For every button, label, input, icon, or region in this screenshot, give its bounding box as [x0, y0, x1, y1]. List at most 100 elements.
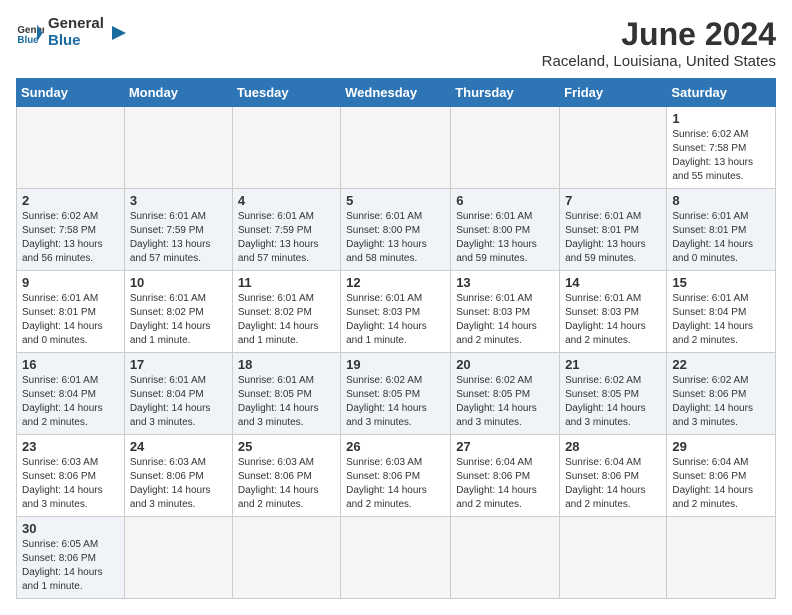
- day-info: Sunrise: 6:05 AMSunset: 8:06 PMDaylight:…: [22, 538, 119, 594]
- day-info: Sunrise: 6:01 AMSunset: 8:02 PMDaylight:…: [130, 292, 227, 348]
- day-number: 30: [22, 521, 119, 536]
- day-number: 6: [456, 193, 554, 208]
- day-number: 28: [565, 439, 661, 454]
- day-number: 1: [672, 111, 770, 126]
- calendar-day: 30 Sunrise: 6:05 AMSunset: 8:06 PMDayligh…: [17, 517, 125, 599]
- day-number: 24: [130, 439, 227, 454]
- calendar-day: 14 Sunrise: 6:01 AMSunset: 8:03 PMDayligh…: [560, 271, 667, 353]
- day-number: 29: [672, 439, 770, 454]
- calendar-day: 13 Sunrise: 6:01 AMSunset: 8:03 PMDayligh…: [451, 271, 560, 353]
- title-block: June 2024 Raceland, Louisiana, United St…: [542, 16, 776, 70]
- day-info: Sunrise: 6:02 AMSunset: 8:06 PMDaylight:…: [672, 374, 770, 430]
- day-number: 17: [130, 357, 227, 372]
- day-number: 27: [456, 439, 554, 454]
- day-info: Sunrise: 6:01 AMSunset: 7:59 PMDaylight:…: [130, 210, 227, 266]
- day-info: Sunrise: 6:02 AMSunset: 7:58 PMDaylight:…: [22, 210, 119, 266]
- day-number: 8: [672, 193, 770, 208]
- day-info: Sunrise: 6:03 AMSunset: 8:06 PMDaylight:…: [346, 456, 445, 512]
- day-number: 26: [346, 439, 445, 454]
- calendar-day: [341, 517, 451, 599]
- calendar-day: 5Sunrise: 6:01 AMSunset: 8:00 PMDaylight…: [341, 189, 451, 271]
- logo-icon: General Blue: [16, 19, 44, 47]
- day-info: Sunrise: 6:01 AMSunset: 8:03 PMDaylight:…: [456, 292, 554, 348]
- day-number: 21: [565, 357, 661, 372]
- calendar-day: 11 Sunrise: 6:01 AMSunset: 8:02 PMDayligh…: [232, 271, 340, 353]
- calendar-day: 3 Sunrise: 6:01 AMSunset: 7:59 PMDaylight…: [124, 189, 232, 271]
- calendar-day: 16 Sunrise: 6:01 AMSunset: 8:04 PMDayligh…: [17, 353, 125, 435]
- day-number: 3: [130, 193, 227, 208]
- calendar-day: 25Sunrise: 6:03 AMSunset: 8:06 PMDayligh…: [232, 435, 340, 517]
- calendar-day: 26 Sunrise: 6:03 AMSunset: 8:06 PMDayligh…: [341, 435, 451, 517]
- calendar-day: 19Sunrise: 6:02 AMSunset: 8:05 PMDayligh…: [341, 353, 451, 435]
- day-number: 11: [238, 275, 335, 290]
- weekday-header-thursday: Thursday: [451, 79, 560, 107]
- day-number: 18: [238, 357, 335, 372]
- day-info: Sunrise: 6:02 AMSunset: 7:58 PMDaylight:…: [672, 128, 770, 184]
- day-number: 7: [565, 193, 661, 208]
- calendar-day: [124, 517, 232, 599]
- calendar-day: [17, 107, 125, 189]
- day-info: Sunrise: 6:01 AMSunset: 8:04 PMDaylight:…: [22, 374, 119, 430]
- day-info: Sunrise: 6:01 AMSunset: 7:59 PMDaylight:…: [238, 210, 335, 266]
- calendar-day: 20Sunrise: 6:02 AMSunset: 8:05 PMDayligh…: [451, 353, 560, 435]
- calendar-day: [560, 517, 667, 599]
- day-info: Sunrise: 6:01 AMSunset: 8:00 PMDaylight:…: [456, 210, 554, 266]
- calendar-day: 18 Sunrise: 6:01 AMSunset: 8:05 PMDayligh…: [232, 353, 340, 435]
- calendar-day: 28Sunrise: 6:04 AMSunset: 8:06 PMDayligh…: [560, 435, 667, 517]
- day-info: Sunrise: 6:01 AMSunset: 8:04 PMDaylight:…: [130, 374, 227, 430]
- weekday-header-wednesday: Wednesday: [341, 79, 451, 107]
- calendar-day: 15 Sunrise: 6:01 AMSunset: 8:04 PMDayligh…: [667, 271, 776, 353]
- calendar-day: [451, 517, 560, 599]
- day-info: Sunrise: 6:04 AMSunset: 8:06 PMDaylight:…: [456, 456, 554, 512]
- weekday-header-friday: Friday: [560, 79, 667, 107]
- calendar-day: 7 Sunrise: 6:01 AMSunset: 8:01 PMDaylight…: [560, 189, 667, 271]
- day-number: 10: [130, 275, 227, 290]
- calendar-header-row: SundayMondayTuesdayWednesdayThursdayFrid…: [17, 79, 776, 107]
- calendar-day: [124, 107, 232, 189]
- calendar-day: 21 Sunrise: 6:02 AMSunset: 8:05 PMDayligh…: [560, 353, 667, 435]
- logo-general: General: [48, 16, 104, 33]
- day-number: 9: [22, 275, 119, 290]
- day-info: Sunrise: 6:03 AMSunset: 8:06 PMDaylight:…: [22, 456, 119, 512]
- day-info: Sunrise: 6:01 AMSunset: 8:02 PMDaylight:…: [238, 292, 335, 348]
- day-number: 13: [456, 275, 554, 290]
- day-number: 23: [22, 439, 119, 454]
- day-info: Sunrise: 6:03 AMSunset: 8:06 PMDaylight:…: [238, 456, 335, 512]
- day-info: Sunrise: 6:02 AMSunset: 8:05 PMDaylight:…: [346, 374, 445, 430]
- day-info: Sunrise: 6:01 AMSunset: 8:01 PMDaylight:…: [22, 292, 119, 348]
- calendar-day: [232, 517, 340, 599]
- calendar-day: [560, 107, 667, 189]
- calendar-day: 29 Sunrise: 6:04 AMSunset: 8:06 PMDayligh…: [667, 435, 776, 517]
- calendar-day: 8Sunrise: 6:01 AMSunset: 8:01 PMDaylight…: [667, 189, 776, 271]
- calendar-day: 6 Sunrise: 6:01 AMSunset: 8:00 PMDaylight…: [451, 189, 560, 271]
- calendar-day: 22 Sunrise: 6:02 AMSunset: 8:06 PMDayligh…: [667, 353, 776, 435]
- day-info: Sunrise: 6:01 AMSunset: 8:03 PMDaylight:…: [565, 292, 661, 348]
- day-info: Sunrise: 6:01 AMSunset: 8:05 PMDaylight:…: [238, 374, 335, 430]
- calendar-day: 12Sunrise: 6:01 AMSunset: 8:03 PMDayligh…: [341, 271, 451, 353]
- calendar-week-row: 2 Sunrise: 6:02 AMSunset: 7:58 PMDaylight…: [17, 189, 776, 271]
- day-info: Sunrise: 6:02 AMSunset: 8:05 PMDaylight:…: [565, 374, 661, 430]
- day-info: Sunrise: 6:01 AMSunset: 8:00 PMDaylight:…: [346, 210, 445, 266]
- day-info: Sunrise: 6:01 AMSunset: 8:01 PMDaylight:…: [565, 210, 661, 266]
- calendar-week-row: 23 Sunrise: 6:03 AMSunset: 8:06 PMDayligh…: [17, 435, 776, 517]
- day-info: Sunrise: 6:01 AMSunset: 8:04 PMDaylight:…: [672, 292, 770, 348]
- calendar-day: [232, 107, 340, 189]
- logo-arrow-icon: [108, 22, 130, 44]
- day-info: Sunrise: 6:03 AMSunset: 8:06 PMDaylight:…: [130, 456, 227, 512]
- day-number: 2: [22, 193, 119, 208]
- logo: General Blue General Blue: [16, 16, 130, 49]
- month-title: June 2024: [542, 16, 776, 53]
- page-header: General Blue General Blue June 2024 Race…: [16, 16, 776, 70]
- location-title: Raceland, Louisiana, United States: [542, 53, 776, 70]
- day-number: 14: [565, 275, 661, 290]
- day-number: 16: [22, 357, 119, 372]
- svg-text:Blue: Blue: [17, 34, 39, 45]
- calendar-day: 23 Sunrise: 6:03 AMSunset: 8:06 PMDayligh…: [17, 435, 125, 517]
- weekday-header-tuesday: Tuesday: [232, 79, 340, 107]
- calendar-day: 27 Sunrise: 6:04 AMSunset: 8:06 PMDayligh…: [451, 435, 560, 517]
- day-number: 15: [672, 275, 770, 290]
- day-number: 22: [672, 357, 770, 372]
- day-info: Sunrise: 6:04 AMSunset: 8:06 PMDaylight:…: [672, 456, 770, 512]
- calendar-table: SundayMondayTuesdayWednesdayThursdayFrid…: [16, 78, 776, 599]
- calendar-day: 24 Sunrise: 6:03 AMSunset: 8:06 PMDayligh…: [124, 435, 232, 517]
